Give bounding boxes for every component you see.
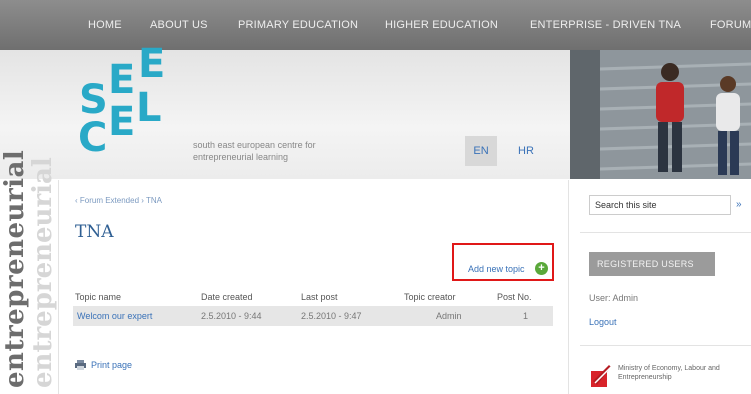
language-hr-button[interactable]: HR — [518, 136, 534, 166]
add-new-topic-link[interactable]: Add new topic — [468, 264, 525, 274]
nav-forum[interactable]: FORUM — [710, 19, 751, 31]
search-button[interactable]: » — [736, 199, 742, 210]
sidebar-divider — [580, 345, 751, 346]
nav-primary-education[interactable]: PRIMARY EDUCATION — [238, 19, 358, 31]
language-en-button[interactable]: EN — [465, 136, 497, 166]
table-cell-topic-creator: Admin — [436, 311, 462, 321]
column-header-topic-name[interactable]: Topic name — [75, 292, 121, 302]
nav-enterprise-driven-tna[interactable]: ENTERPRISE - DRIVEN TNA — [530, 19, 681, 31]
side-word-entrepreneurial: entrepreneurial — [0, 149, 30, 388]
column-header-post-no[interactable]: Post No. — [497, 292, 532, 302]
breadcrumb[interactable]: ‹ Forum Extended › TNA — [75, 196, 162, 205]
ministry-logo-icon[interactable] — [589, 363, 613, 389]
current-user-label: User: Admin — [589, 293, 639, 303]
page-title: TNA — [75, 222, 114, 242]
column-header-date-created[interactable]: Date created — [201, 292, 253, 302]
header-photo — [570, 50, 751, 179]
table-cell-last-post: 2.5.2010 - 9:47 — [301, 311, 362, 321]
nav-higher-education[interactable]: HIGHER EDUCATION — [385, 19, 498, 31]
ministry-label: Ministry of Economy, Labour and Entrepre… — [618, 365, 720, 381]
table-cell-date-created: 2.5.2010 - 9:44 — [201, 311, 262, 321]
search-input[interactable] — [589, 195, 731, 215]
sidebar-divider — [580, 232, 751, 233]
plus-circle-icon[interactable]: + — [535, 262, 548, 275]
column-header-last-post[interactable]: Last post — [301, 292, 338, 302]
nav-home[interactable]: HOME — [88, 19, 122, 31]
seecel-logo[interactable]: S E E C E L — [70, 44, 180, 172]
site-tagline: south east european centre for entrepren… — [193, 140, 316, 162]
print-page-link[interactable]: Print page — [91, 360, 132, 370]
topic-link[interactable]: Welcom our expert — [77, 311, 152, 321]
table-cell-post-no: 1 — [523, 311, 529, 321]
printer-icon[interactable] — [75, 360, 86, 370]
divider — [568, 180, 569, 394]
logout-link[interactable]: Logout — [589, 317, 617, 327]
nav-about-us[interactable]: ABOUT US — [150, 19, 208, 31]
top-navigation: HOME ABOUT US PRIMARY EDUCATION HIGHER E… — [0, 0, 751, 50]
divider — [58, 180, 59, 394]
column-header-topic-creator[interactable]: Topic creator — [404, 292, 456, 302]
registered-users-button[interactable]: REGISTERED USERS — [589, 252, 715, 276]
side-word-ghost: entrepreneurial — [28, 157, 58, 388]
